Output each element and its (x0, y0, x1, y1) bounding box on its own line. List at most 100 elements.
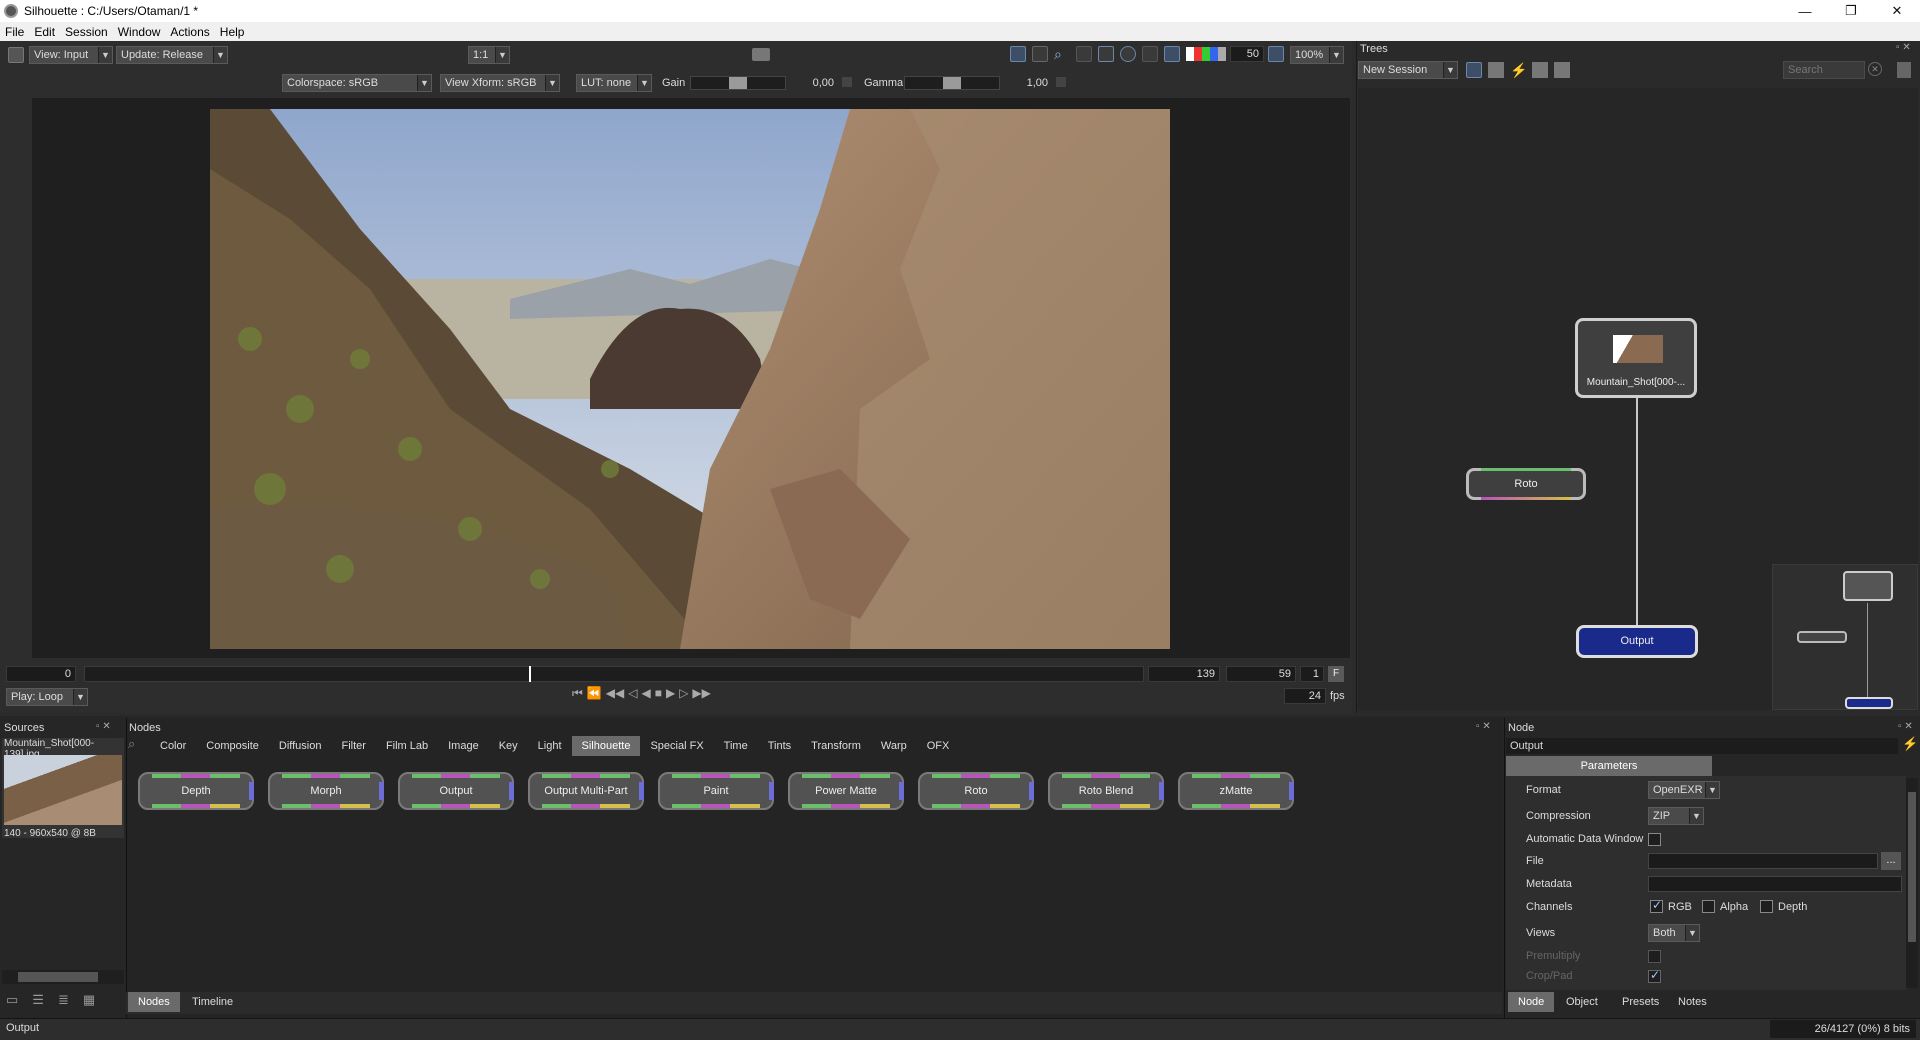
file-path-input[interactable] (1648, 853, 1878, 869)
restore-icon[interactable]: ❐ (1828, 0, 1874, 22)
single-view-icon[interactable]: ▭ (6, 992, 18, 1008)
add-tree-icon[interactable] (1466, 62, 1482, 78)
colorspace-select[interactable]: Colorspace: sRGB ▼ (282, 74, 432, 92)
camera-icon[interactable] (752, 48, 770, 61)
play-icon[interactable]: ▶ (666, 686, 675, 706)
step-forward-icon[interactable]: ▷ (679, 686, 688, 706)
detail-view-icon[interactable]: ≣ (58, 992, 69, 1008)
roi-icon[interactable] (1076, 46, 1092, 62)
trees-panel-controls[interactable]: ▫ ✕ (1896, 42, 1911, 53)
menu-actions[interactable]: Actions (165, 25, 214, 39)
node-lightning-icon[interactable]: ⚡ (1902, 736, 1918, 752)
metadata-field[interactable] (1648, 876, 1902, 892)
node-search-icon[interactable]: ⌕ (128, 736, 144, 752)
nodes-panel-controls[interactable]: ▫ ✕ (1476, 721, 1491, 732)
view-xform-select[interactable]: View Xform: sRGB ▼ (440, 74, 560, 92)
save-icon[interactable] (1554, 62, 1570, 78)
viewer-image[interactable] (210, 109, 1170, 649)
frame-step[interactable]: 1 (1300, 666, 1324, 682)
rewind-icon[interactable]: ◀◀ (606, 686, 624, 706)
menu-file[interactable]: File (0, 25, 29, 39)
source-item[interactable]: Mountain_Shot[000-139].jpg (2, 738, 124, 838)
scale-select[interactable]: 1:1 ▼ (468, 46, 510, 64)
menu-session[interactable]: Session (60, 25, 113, 39)
view-select[interactable]: View: Input ▼ (29, 46, 113, 64)
category-tab-film-lab[interactable]: Film Lab (376, 736, 438, 756)
fast-forward-icon[interactable]: ▶▶ (692, 686, 710, 706)
format-select[interactable]: OpenEXR ▼ (1648, 781, 1720, 799)
tab-nodes[interactable]: Nodes (128, 992, 180, 1012)
gamma-reset-icon[interactable] (1056, 77, 1066, 87)
monitor-icon[interactable] (1010, 46, 1026, 62)
trash-icon[interactable] (1897, 62, 1911, 78)
views-select[interactable]: Both ▼ (1648, 924, 1700, 942)
update-select[interactable]: Update: Release ▼ (116, 46, 228, 64)
palette-node-paint[interactable]: Paint (658, 772, 774, 810)
category-tab-filter[interactable]: Filter (331, 736, 375, 756)
full-frame-button[interactable]: F (1328, 666, 1344, 682)
palette-node-output[interactable]: Output (398, 772, 514, 810)
center-icon[interactable] (1120, 46, 1136, 62)
crop-pad-checkbox[interactable] (1648, 968, 1661, 983)
lightning-icon[interactable]: ⚡ (1510, 62, 1527, 78)
compression-select[interactable]: ZIP ▼ (1648, 807, 1704, 825)
viewer-options-icon[interactable] (8, 47, 24, 63)
palette-node-zmatte[interactable]: zMatte (1178, 772, 1294, 810)
category-tab-image[interactable]: Image (438, 736, 489, 756)
timeline-end[interactable]: 139 (1148, 666, 1220, 682)
gain-value[interactable]: 0,00 (792, 75, 834, 91)
menu-help[interactable]: Help (215, 25, 250, 39)
category-tab-diffusion[interactable]: Diffusion (269, 736, 332, 756)
palette-node-power-matte[interactable]: Power Matte (788, 772, 904, 810)
gamma-slider[interactable] (904, 76, 1000, 90)
playhead[interactable] (529, 666, 532, 682)
graph-node-output[interactable]: Output (1576, 625, 1698, 658)
graph-node-mountain-shot[interactable]: Mountain_Shot[000-... (1575, 318, 1697, 398)
clear-search-icon[interactable]: ✕ (1868, 62, 1882, 76)
session-select[interactable]: New Session ▼ (1358, 61, 1458, 79)
category-tab-tints[interactable]: Tints (758, 736, 801, 756)
tab-notes[interactable]: Notes (1668, 992, 1717, 1012)
menu-edit[interactable]: Edit (29, 25, 60, 39)
palette-node-roto-blend[interactable]: Roto Blend (1048, 772, 1164, 810)
auto-data-window-checkbox[interactable] (1648, 833, 1661, 846)
import-icon[interactable] (1488, 62, 1504, 78)
premultiply-checkbox[interactable] (1648, 950, 1661, 963)
graph-node-roto[interactable]: Roto (1466, 468, 1586, 500)
trees-search-input[interactable] (1783, 61, 1865, 79)
channel-rgb-checkbox[interactable] (1650, 898, 1663, 913)
palette-node-roto[interactable]: Roto (918, 772, 1034, 810)
category-tab-warp[interactable]: Warp (871, 736, 917, 756)
node-name-field[interactable]: Output (1506, 738, 1898, 754)
tab-presets[interactable]: Presets (1612, 992, 1669, 1012)
zoom-icon[interactable]: ⌕ (1054, 46, 1070, 62)
sources-panel-controls[interactable]: ▫ ✕ (96, 721, 111, 732)
gain-reset-icon[interactable] (842, 77, 852, 87)
tab-node[interactable]: Node (1508, 992, 1555, 1012)
close-icon[interactable]: ✕ (1874, 0, 1920, 22)
channel-value[interactable]: 50 (1230, 46, 1264, 62)
zoom-select[interactable]: 100% ▼ (1290, 46, 1344, 64)
parameters-scrollbar[interactable] (1906, 778, 1918, 988)
play-mode-select[interactable]: Play: Loop ▼ (6, 688, 88, 706)
node-panel-controls[interactable]: ▫ ✕ (1898, 721, 1913, 732)
overlay-icon[interactable] (1164, 46, 1180, 62)
category-tab-transform[interactable]: Transform (801, 736, 871, 756)
current-frame[interactable]: 59 (1226, 666, 1296, 682)
category-tab-time[interactable]: Time (714, 736, 758, 756)
prev-key-icon[interactable]: ⏪ (587, 686, 602, 706)
gain-slider[interactable] (690, 76, 786, 90)
grid-view-icon[interactable]: ▦ (83, 992, 95, 1008)
palette-node-output-multi-part[interactable]: Output Multi-Part (528, 772, 644, 810)
channel-depth-checkbox[interactable] (1760, 900, 1773, 913)
fit-icon[interactable] (1098, 46, 1114, 62)
category-tab-special-fx[interactable]: Special FX (640, 736, 713, 756)
palette-node-morph[interactable]: Morph (268, 772, 384, 810)
graph-minimap[interactable] (1772, 564, 1918, 710)
channel-alpha-checkbox[interactable] (1702, 900, 1715, 913)
channels-icon[interactable] (1186, 47, 1226, 61)
timeline-scrubber[interactable] (84, 666, 1144, 682)
palette-node-depth[interactable]: Depth (138, 772, 254, 810)
fps-value[interactable]: 24 (1284, 688, 1326, 704)
lut-select[interactable]: LUT: none ▼ (576, 74, 652, 92)
